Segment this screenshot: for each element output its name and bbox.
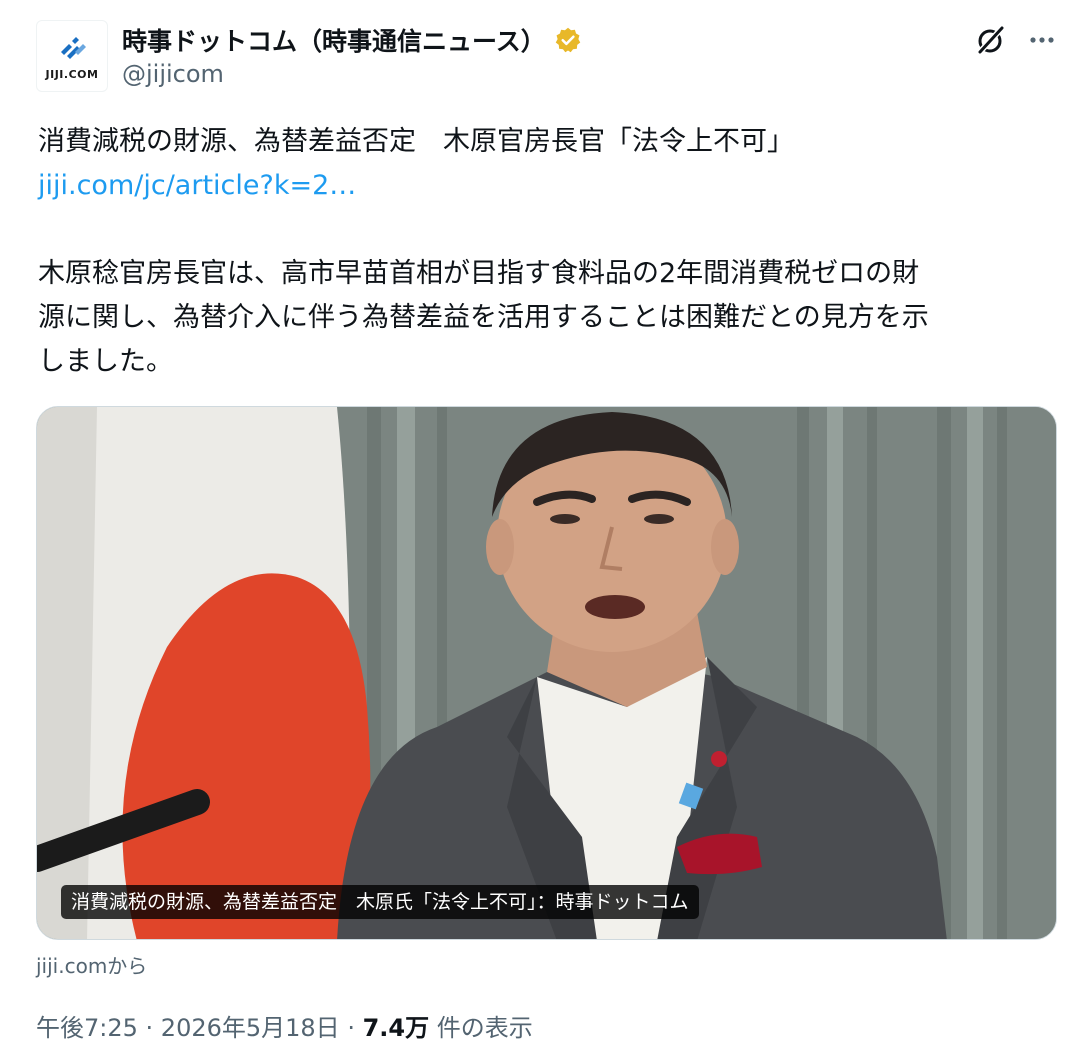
grok-icon[interactable]: [972, 22, 1008, 58]
author-display-name[interactable]: 時事ドットコム（時事通信ニュース）: [122, 22, 546, 58]
link-card[interactable]: 消費減税の財源、為替差益否定 木原氏「法令上不可」：時事ドットコム: [36, 406, 1057, 940]
tweet: JIJI.COM 時事ドットコム（時事通信ニュース） @jijicom 消費減税…: [0, 0, 1086, 1056]
tweet-body-line: 木原稔官房長官は、高市早苗首相が目指す食料品の2年間消費税ゼロの財: [38, 258, 920, 289]
jiji-logo-icon: [61, 36, 86, 59]
card-source[interactable]: jiji.comから: [36, 950, 147, 979]
tweet-headline: 消費減税の財源、為替差益否定 木原官房長官「法令上不可」: [38, 126, 794, 157]
tweet-body-line: 源に関し、為替介入に伴う為替差益を活用することは困難だとの見方を示: [38, 302, 929, 333]
tweet-meta: 午後7:25 · 2026年5月18日 · 7.4万 件の表示: [36, 1008, 533, 1043]
meta-separator: ·: [339, 1014, 363, 1042]
tweet-link[interactable]: jiji.com/jc/article?k=2…: [38, 164, 1058, 208]
verified-badge-icon: [555, 27, 581, 53]
card-photo: [37, 407, 1056, 939]
tweet-date[interactable]: 2026年5月18日: [161, 1014, 340, 1042]
views-count[interactable]: 7.4万: [363, 1014, 430, 1042]
author-handle[interactable]: @jijicom: [122, 60, 224, 88]
meta-separator: ·: [137, 1014, 161, 1042]
card-caption: 消費減税の財源、為替差益否定 木原氏「法令上不可」：時事ドットコム: [61, 885, 699, 919]
avatar[interactable]: JIJI.COM: [36, 20, 108, 92]
more-dots-icon[interactable]: [1024, 22, 1060, 58]
views-label: 件の表示: [429, 1014, 533, 1042]
tweet-body-line: しました。: [38, 346, 173, 377]
tweet-text: 消費減税の財源、為替差益否定 木原官房長官「法令上不可」 jiji.com/jc…: [38, 120, 1058, 384]
tweet-time[interactable]: 午後7:25: [36, 1014, 138, 1042]
avatar-label: JIJI.COM: [45, 67, 99, 81]
author-name-row: 時事ドットコム（時事通信ニュース）: [122, 22, 582, 58]
